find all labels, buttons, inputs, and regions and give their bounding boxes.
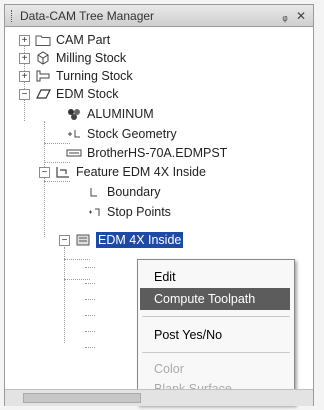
- title-bar[interactable]: Data-CAM Tree Manager ᵩ ✕: [5, 5, 313, 27]
- tree-manager-window: Data-CAM Tree Manager ᵩ ✕ + CAM Part + M…: [0, 0, 324, 410]
- tree-child-stub: [85, 347, 95, 348]
- tree-child-stub: [85, 315, 95, 316]
- tree-item-stock-geometry[interactable]: Stock Geometry: [65, 125, 177, 143]
- tree-manager-panel: Data-CAM Tree Manager ᵩ ✕ + CAM Part + M…: [4, 4, 314, 406]
- tree-connector: [64, 247, 65, 343]
- collapse-toggle[interactable]: −: [59, 234, 70, 246]
- title-controls: ᵩ ✕: [279, 9, 307, 23]
- drag-grip-icon[interactable]: [11, 9, 16, 22]
- tree-connector: [64, 279, 90, 280]
- tree-connector: [64, 259, 90, 260]
- turning-stock-icon: [34, 68, 52, 84]
- boundary-icon: [85, 184, 103, 200]
- tree-item-cam-part[interactable]: + CAM Part: [19, 31, 110, 49]
- tree-item-edm-stock[interactable]: − EDM Stock: [19, 85, 119, 103]
- tree-connector: [44, 181, 70, 182]
- tree-item-label: Milling Stock: [56, 51, 127, 65]
- tree-item-label: EDM Stock: [56, 87, 119, 101]
- menu-item-post-yes-no[interactable]: Post Yes/No: [140, 324, 290, 346]
- tree-item-stop-points[interactable]: Stop Points: [85, 203, 171, 221]
- collapse-toggle[interactable]: −: [39, 166, 50, 178]
- tree-item-label: CAM Part: [56, 33, 111, 47]
- tree-item-label: Boundary: [107, 185, 161, 199]
- tree-child-stub: [85, 267, 95, 268]
- expand-toggle[interactable]: +: [19, 34, 30, 46]
- close-icon[interactable]: ✕: [295, 9, 307, 23]
- tree-item-label: Stock Geometry: [87, 127, 177, 141]
- horizontal-scrollbar[interactable]: [5, 389, 313, 406]
- tree-item-label: Turning Stock: [56, 69, 133, 83]
- expand-toggle[interactable]: +: [19, 52, 30, 64]
- collapse-toggle[interactable]: −: [19, 88, 30, 100]
- tree-item-milling-stock[interactable]: + Milling Stock: [19, 49, 126, 67]
- material-icon: [65, 106, 83, 122]
- tree-item-aluminum[interactable]: ALUMINUM: [65, 105, 154, 123]
- scrollbar-thumb[interactable]: [23, 393, 141, 403]
- menu-item-compute-toolpath[interactable]: Compute Toolpath: [140, 288, 290, 310]
- pin-icon[interactable]: ᵩ: [279, 9, 291, 23]
- window-title: Data-CAM Tree Manager: [20, 8, 155, 23]
- tree-item-boundary[interactable]: Boundary: [85, 183, 161, 201]
- tree-child-stub: [85, 331, 95, 332]
- menu-separator: [142, 352, 290, 353]
- tree-item-label: Feature EDM 4X Inside: [76, 165, 206, 179]
- geometry-icon: [65, 126, 83, 142]
- menu-item-color: Color: [154, 362, 184, 376]
- tree-item-feature-edm[interactable]: − Feature EDM 4X Inside: [39, 163, 206, 181]
- tree-item-label: EDM 4X Inside: [96, 232, 184, 248]
- tree-child-stub: [85, 299, 95, 300]
- tree-child-stub: [85, 283, 95, 284]
- tree-item-turning-stock[interactable]: + Turning Stock: [19, 67, 133, 85]
- operation-icon: [74, 232, 92, 248]
- post-icon: [65, 145, 83, 161]
- tree-item-edm-4x-inside[interactable]: − EDM 4X Inside: [59, 231, 184, 249]
- tree-item-label: ALUMINUM: [87, 107, 154, 121]
- menu-item-edit[interactable]: Edit: [140, 266, 290, 288]
- edm-stock-icon: [34, 86, 52, 102]
- tree-item-label: Stop Points: [107, 205, 171, 219]
- folder-icon: [34, 32, 52, 48]
- context-menu: Edit Compute Toolpath Post Yes/No Color …: [137, 259, 295, 405]
- menu-separator: [142, 316, 290, 317]
- milling-stock-icon: [34, 50, 52, 66]
- stop-points-icon: [85, 204, 103, 220]
- tree-item-label: BrotherHS-70A.EDMPST: [87, 146, 228, 160]
- feature-icon: [54, 164, 72, 180]
- expand-toggle[interactable]: +: [19, 70, 30, 82]
- tree-item-post-file[interactable]: BrotherHS-70A.EDMPST: [65, 144, 227, 162]
